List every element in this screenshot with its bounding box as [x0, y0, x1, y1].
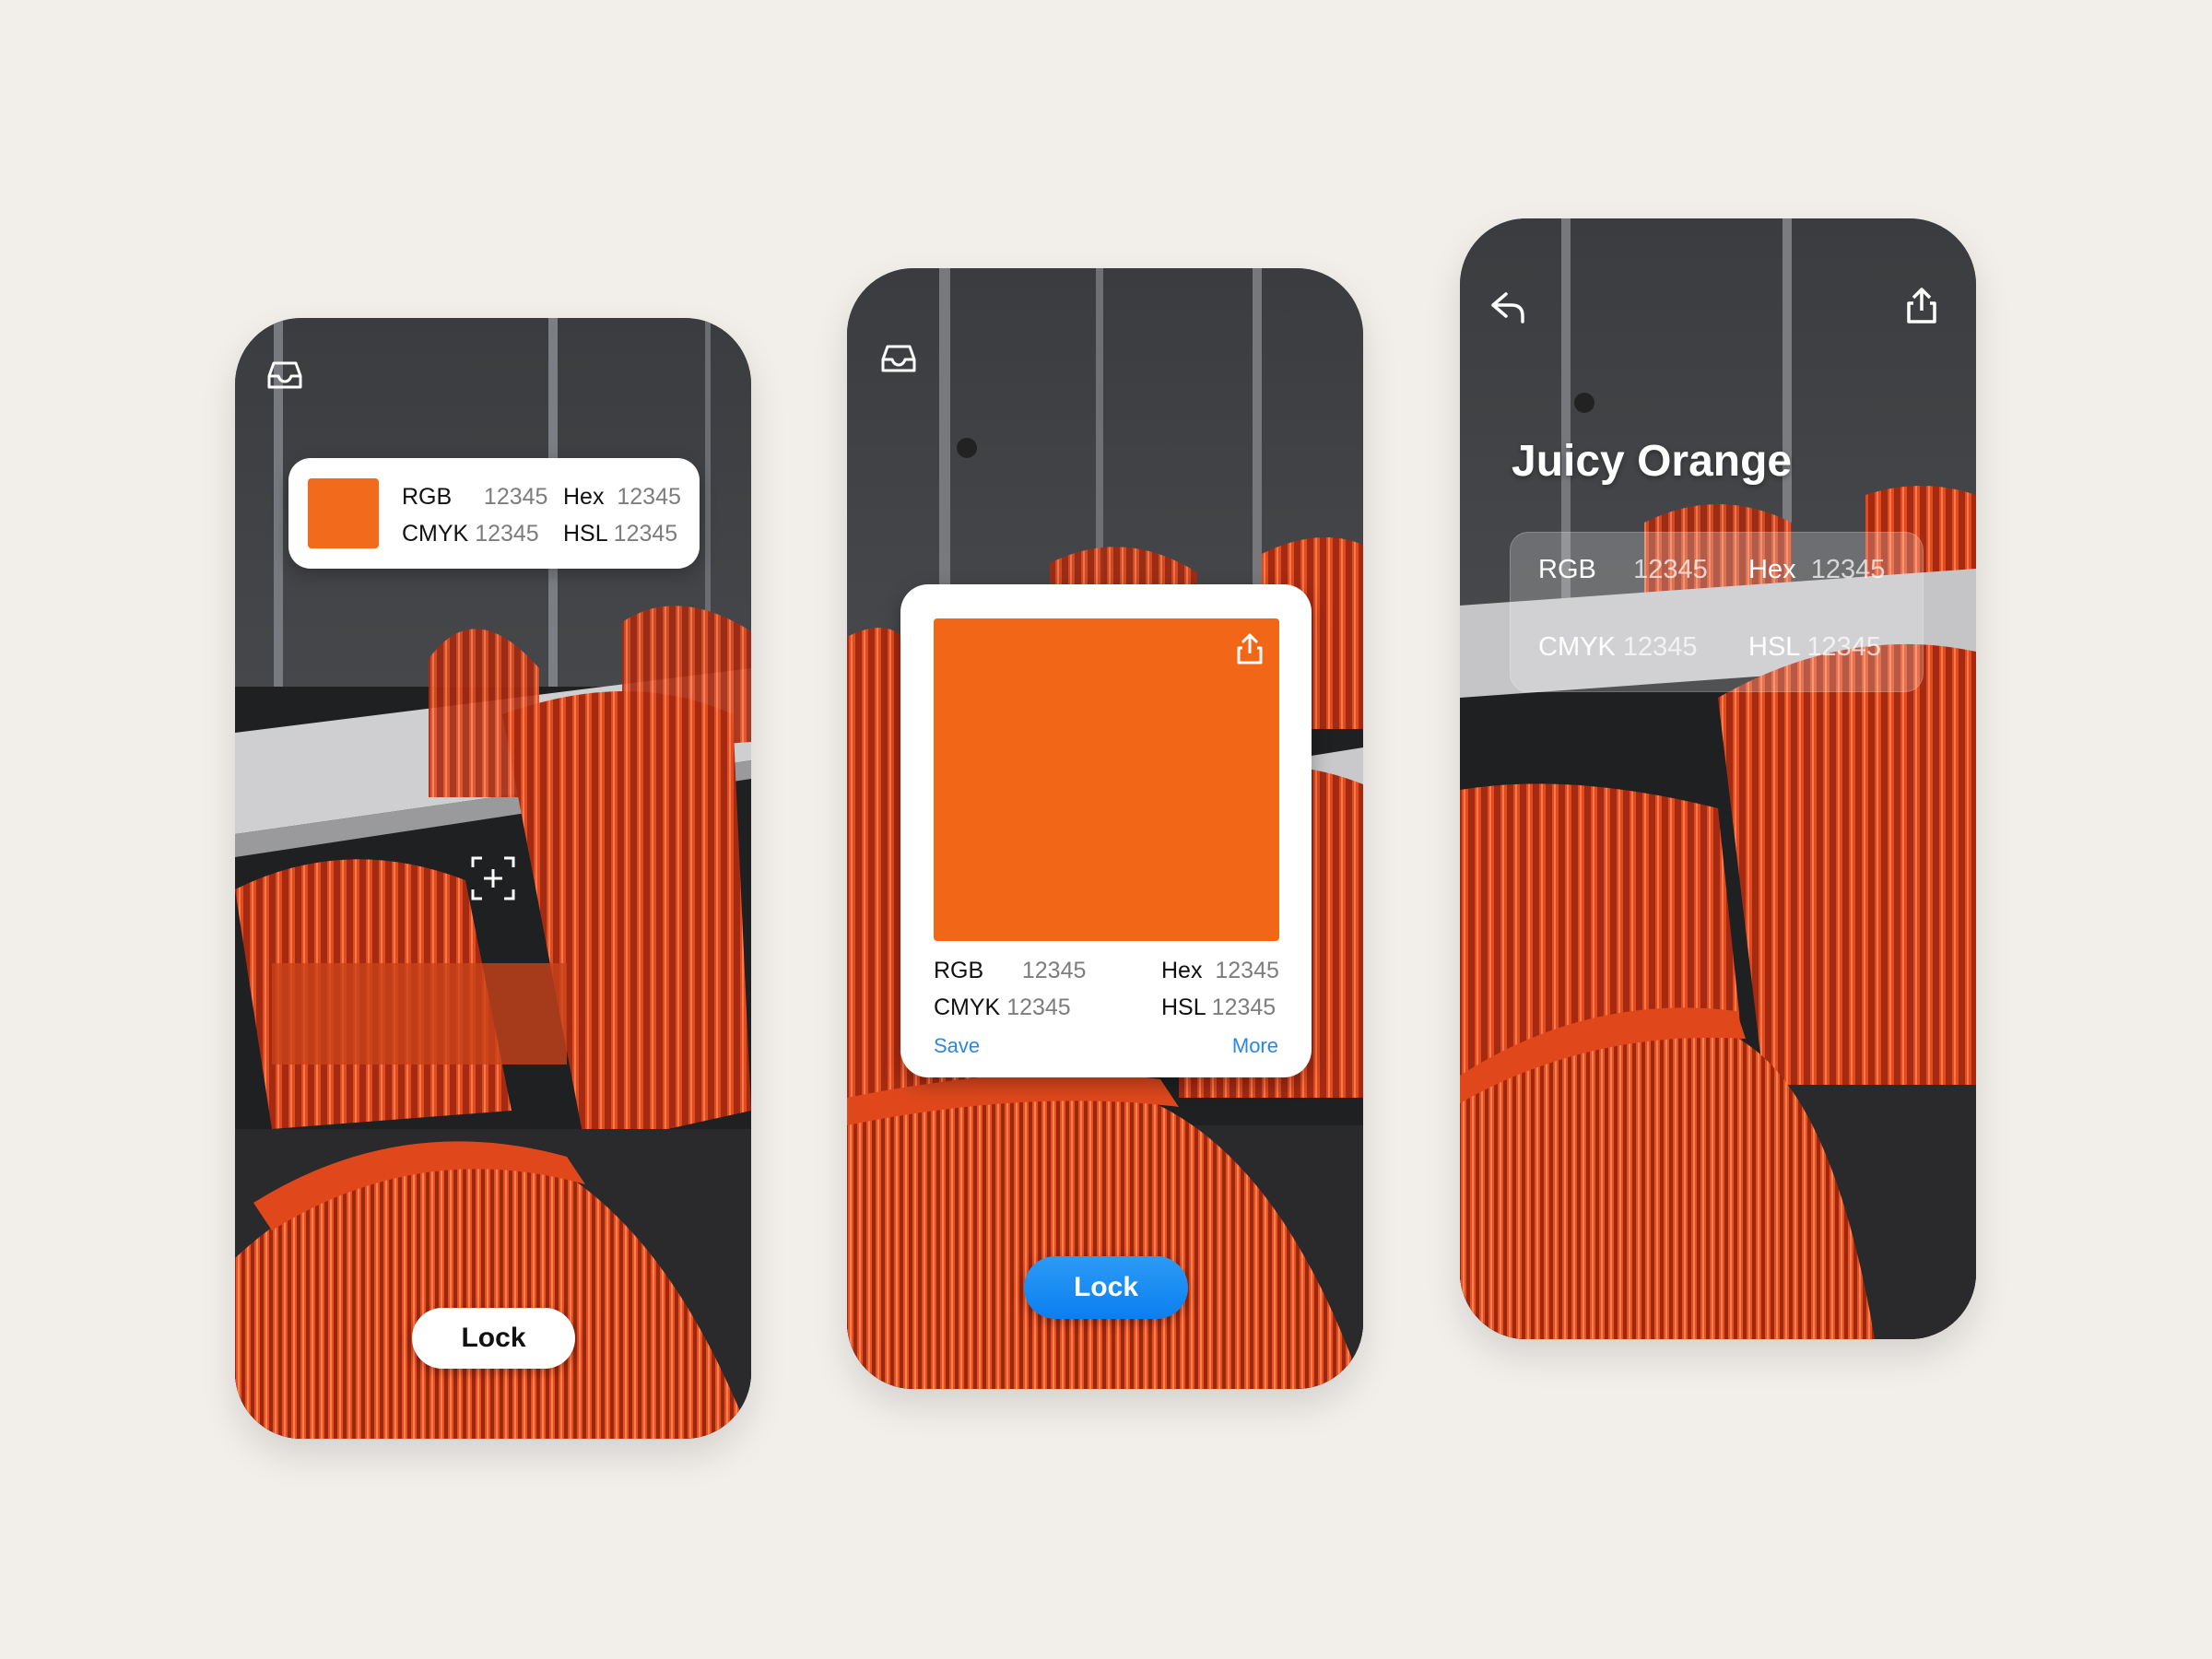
back-arrow-icon[interactable]	[1488, 287, 1530, 329]
phone-screen-picker: RGB 12345 Hex 12345 CMYK 12345 HSL 12345…	[235, 318, 751, 1439]
cmyk-label: CMYK	[1538, 632, 1616, 662]
cmyk-value: 12345	[1622, 632, 1698, 662]
hsl-value: 12345	[1806, 632, 1882, 662]
hsl-label: HSL	[1161, 994, 1206, 1020]
color-name-title: Juicy Orange	[1512, 437, 1793, 486]
save-link[interactable]: Save	[934, 1034, 980, 1058]
hsl-label: HSL	[1748, 632, 1800, 662]
add-focus-reticle-icon[interactable]	[469, 854, 517, 902]
share-icon[interactable]	[1900, 285, 1943, 327]
color-swatch	[308, 478, 379, 548]
phone-screen-color-result: Juicy Orange RGB 12345 Hex 12345 CMYK 12…	[1460, 218, 1976, 1339]
hsl-value: 12345	[1211, 994, 1277, 1020]
cmyk-value: 12345	[1006, 994, 1071, 1020]
hsl-value: 12345	[613, 521, 678, 547]
hex-label: Hex	[1748, 555, 1796, 584]
cmyk-value: 12345	[475, 521, 539, 547]
hex-label: Hex	[1161, 958, 1203, 983]
lock-button[interactable]: Lock	[412, 1308, 575, 1369]
cmyk-label: CMYK	[402, 521, 469, 547]
color-swatch	[934, 618, 1279, 941]
rgb-label: RGB	[402, 484, 453, 510]
inbox-tray-icon[interactable]	[264, 354, 306, 396]
hsl-label: HSL	[563, 521, 607, 547]
color-detail-card: RGB 12345 Hex 12345 CMYK 12345 HSL 12345…	[900, 584, 1312, 1077]
phone-screen-color-card: RGB 12345 Hex 12345 CMYK 12345 HSL 12345…	[847, 268, 1363, 1389]
rgb-value: 12345	[1021, 958, 1087, 983]
more-link[interactable]: More	[1232, 1034, 1278, 1058]
inbox-tray-icon[interactable]	[877, 337, 920, 380]
rgb-label: RGB	[934, 958, 984, 983]
share-icon[interactable]	[1233, 631, 1266, 666]
lock-button[interactable]: Lock	[1024, 1256, 1188, 1319]
camera-view	[1460, 218, 1976, 1339]
hex-value: 12345	[617, 484, 681, 510]
rgb-value: 12345	[1633, 555, 1708, 584]
cmyk-label: CMYK	[934, 994, 1001, 1020]
rgb-value: 12345	[483, 484, 548, 510]
hex-value: 12345	[1810, 555, 1886, 584]
rgb-label: RGB	[1538, 555, 1596, 584]
hex-value: 12345	[1215, 958, 1279, 983]
color-info-card: RGB 12345 Hex 12345 CMYK 12345 HSL 12345	[288, 458, 700, 569]
hex-label: Hex	[563, 484, 605, 510]
color-info-panel: RGB 12345 Hex 12345 CMYK 12345 HSL 12345	[1510, 532, 1924, 692]
